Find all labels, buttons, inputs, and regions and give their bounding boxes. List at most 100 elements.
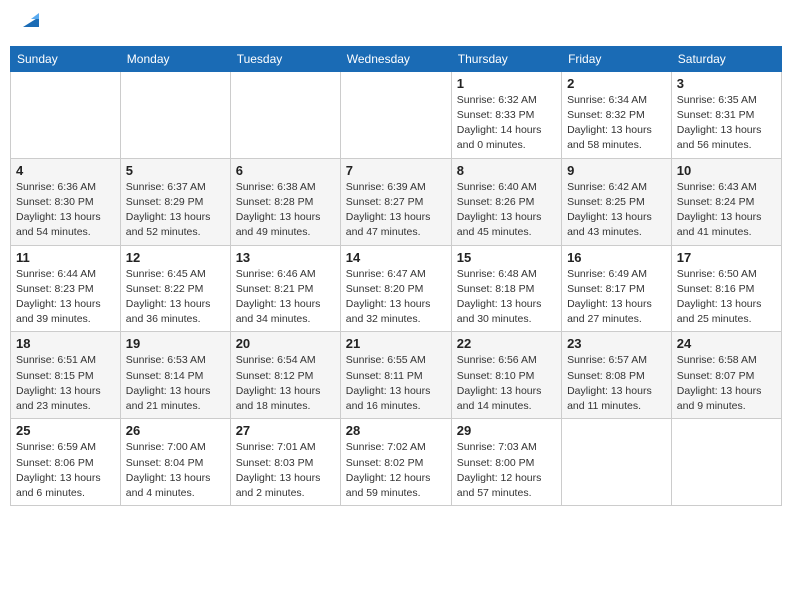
day-number: 16 bbox=[567, 250, 666, 265]
day-number: 19 bbox=[126, 336, 225, 351]
day-info: Sunrise: 6:51 AM Sunset: 8:15 PM Dayligh… bbox=[16, 353, 115, 414]
day-number: 13 bbox=[236, 250, 335, 265]
calendar-cell: 19 Sunrise: 6:53 AM Sunset: 8:14 PM Dayli… bbox=[120, 332, 230, 419]
day-info: Sunrise: 6:32 AM Sunset: 8:33 PM Dayligh… bbox=[457, 93, 556, 154]
day-number: 26 bbox=[126, 423, 225, 438]
calendar-header-row: SundayMondayTuesdayWednesdayThursdayFrid… bbox=[11, 46, 782, 71]
day-info: Sunrise: 6:37 AM Sunset: 8:29 PM Dayligh… bbox=[126, 180, 225, 241]
col-header-thursday: Thursday bbox=[451, 46, 561, 71]
day-info: Sunrise: 6:35 AM Sunset: 8:31 PM Dayligh… bbox=[677, 93, 776, 154]
day-info: Sunrise: 7:01 AM Sunset: 8:03 PM Dayligh… bbox=[236, 440, 335, 501]
day-info: Sunrise: 6:40 AM Sunset: 8:26 PM Dayligh… bbox=[457, 180, 556, 241]
calendar-cell bbox=[11, 71, 121, 158]
calendar-cell: 23Sunrise: 6:57 AM Sunset: 8:08 PM Dayli… bbox=[562, 332, 672, 419]
calendar-cell: 10Sunrise: 6:43 AM Sunset: 8:24 PM Dayli… bbox=[671, 158, 781, 245]
col-header-saturday: Saturday bbox=[671, 46, 781, 71]
day-number: 4 bbox=[16, 163, 115, 178]
calendar-cell: 28 Sunrise: 7:02 AM Sunset: 8:02 PM Dayli… bbox=[340, 419, 451, 506]
calendar-week-2: 4 Sunrise: 6:36 AM Sunset: 8:30 PM Daylig… bbox=[11, 158, 782, 245]
day-number: 1 bbox=[457, 76, 556, 91]
day-info: Sunrise: 6:53 AM Sunset: 8:14 PM Dayligh… bbox=[126, 353, 225, 414]
col-header-friday: Friday bbox=[562, 46, 672, 71]
day-number: 23 bbox=[567, 336, 666, 351]
page: SundayMondayTuesdayWednesdayThursdayFrid… bbox=[0, 0, 792, 612]
col-header-wednesday: Wednesday bbox=[340, 46, 451, 71]
day-number: 21 bbox=[346, 336, 446, 351]
day-number: 22 bbox=[457, 336, 556, 351]
day-number: 27 bbox=[236, 423, 335, 438]
calendar-cell: 25 Sunrise: 6:59 AM Sunset: 8:06 PM Dayli… bbox=[11, 419, 121, 506]
day-info: Sunrise: 6:49 AM Sunset: 8:17 PM Dayligh… bbox=[567, 267, 666, 328]
col-header-sunday: Sunday bbox=[11, 46, 121, 71]
day-number: 24 bbox=[677, 336, 776, 351]
calendar-cell: 3 Sunrise: 6:35 AM Sunset: 8:31 PM Daylig… bbox=[671, 71, 781, 158]
day-info: Sunrise: 6:43 AM Sunset: 8:24 PM Dayligh… bbox=[677, 180, 776, 241]
day-number: 14 bbox=[346, 250, 446, 265]
day-info: Sunrise: 7:00 AM Sunset: 8:04 PM Dayligh… bbox=[126, 440, 225, 501]
calendar-cell: 21 Sunrise: 6:55 AM Sunset: 8:11 PM Dayli… bbox=[340, 332, 451, 419]
logo-icon bbox=[19, 7, 43, 31]
calendar-cell: 14 Sunrise: 6:47 AM Sunset: 8:20 PM Dayli… bbox=[340, 245, 451, 332]
day-info: Sunrise: 6:54 AM Sunset: 8:12 PM Dayligh… bbox=[236, 353, 335, 414]
day-info: Sunrise: 6:58 AM Sunset: 8:07 PM Dayligh… bbox=[677, 353, 776, 414]
col-header-monday: Monday bbox=[120, 46, 230, 71]
calendar-cell: 8 Sunrise: 6:40 AM Sunset: 8:26 PM Daylig… bbox=[451, 158, 561, 245]
header bbox=[10, 10, 782, 38]
calendar-cell: 29Sunrise: 7:03 AM Sunset: 8:00 PM Dayli… bbox=[451, 419, 561, 506]
calendar-cell: 22 Sunrise: 6:56 AM Sunset: 8:10 PM Dayli… bbox=[451, 332, 561, 419]
calendar-cell: 24 Sunrise: 6:58 AM Sunset: 8:07 PM Dayli… bbox=[671, 332, 781, 419]
calendar-week-3: 11 Sunrise: 6:44 AM Sunset: 8:23 PM Dayli… bbox=[11, 245, 782, 332]
calendar-week-5: 25 Sunrise: 6:59 AM Sunset: 8:06 PM Dayli… bbox=[11, 419, 782, 506]
calendar-cell: 9 Sunrise: 6:42 AM Sunset: 8:25 PM Daylig… bbox=[562, 158, 672, 245]
day-info: Sunrise: 6:39 AM Sunset: 8:27 PM Dayligh… bbox=[346, 180, 446, 241]
day-number: 3 bbox=[677, 76, 776, 91]
day-info: Sunrise: 7:02 AM Sunset: 8:02 PM Dayligh… bbox=[346, 440, 446, 501]
day-number: 29 bbox=[457, 423, 556, 438]
day-number: 17 bbox=[677, 250, 776, 265]
day-number: 2 bbox=[567, 76, 666, 91]
calendar-cell: 17 Sunrise: 6:50 AM Sunset: 8:16 PM Dayli… bbox=[671, 245, 781, 332]
calendar-cell bbox=[562, 419, 672, 506]
day-info: Sunrise: 6:45 AM Sunset: 8:22 PM Dayligh… bbox=[126, 267, 225, 328]
logo bbox=[16, 14, 43, 34]
calendar-cell bbox=[120, 71, 230, 158]
calendar: SundayMondayTuesdayWednesdayThursdayFrid… bbox=[10, 46, 782, 506]
day-info: Sunrise: 6:42 AM Sunset: 8:25 PM Dayligh… bbox=[567, 180, 666, 241]
calendar-cell: 16 Sunrise: 6:49 AM Sunset: 8:17 PM Dayli… bbox=[562, 245, 672, 332]
day-info: Sunrise: 6:59 AM Sunset: 8:06 PM Dayligh… bbox=[16, 440, 115, 501]
calendar-week-1: 1 Sunrise: 6:32 AM Sunset: 8:33 PM Daylig… bbox=[11, 71, 782, 158]
day-info: Sunrise: 6:55 AM Sunset: 8:11 PM Dayligh… bbox=[346, 353, 446, 414]
calendar-cell: 27 Sunrise: 7:01 AM Sunset: 8:03 PM Dayli… bbox=[230, 419, 340, 506]
day-info: Sunrise: 6:36 AM Sunset: 8:30 PM Dayligh… bbox=[16, 180, 115, 241]
day-number: 15 bbox=[457, 250, 556, 265]
calendar-cell: 2Sunrise: 6:34 AM Sunset: 8:32 PM Daylig… bbox=[562, 71, 672, 158]
day-info: Sunrise: 6:38 AM Sunset: 8:28 PM Dayligh… bbox=[236, 180, 335, 241]
calendar-cell: 11 Sunrise: 6:44 AM Sunset: 8:23 PM Dayli… bbox=[11, 245, 121, 332]
calendar-week-4: 18Sunrise: 6:51 AM Sunset: 8:15 PM Dayli… bbox=[11, 332, 782, 419]
calendar-cell: 5Sunrise: 6:37 AM Sunset: 8:29 PM Daylig… bbox=[120, 158, 230, 245]
day-number: 28 bbox=[346, 423, 446, 438]
calendar-cell: 4 Sunrise: 6:36 AM Sunset: 8:30 PM Daylig… bbox=[11, 158, 121, 245]
day-number: 8 bbox=[457, 163, 556, 178]
calendar-cell: 20 Sunrise: 6:54 AM Sunset: 8:12 PM Dayli… bbox=[230, 332, 340, 419]
day-info: Sunrise: 6:56 AM Sunset: 8:10 PM Dayligh… bbox=[457, 353, 556, 414]
calendar-cell: 26 Sunrise: 7:00 AM Sunset: 8:04 PM Dayli… bbox=[120, 419, 230, 506]
calendar-cell: 18Sunrise: 6:51 AM Sunset: 8:15 PM Dayli… bbox=[11, 332, 121, 419]
col-header-tuesday: Tuesday bbox=[230, 46, 340, 71]
calendar-cell bbox=[340, 71, 451, 158]
day-info: Sunrise: 6:48 AM Sunset: 8:18 PM Dayligh… bbox=[457, 267, 556, 328]
day-number: 20 bbox=[236, 336, 335, 351]
day-info: Sunrise: 6:44 AM Sunset: 8:23 PM Dayligh… bbox=[16, 267, 115, 328]
day-number: 25 bbox=[16, 423, 115, 438]
day-info: Sunrise: 6:50 AM Sunset: 8:16 PM Dayligh… bbox=[677, 267, 776, 328]
calendar-cell bbox=[671, 419, 781, 506]
day-number: 11 bbox=[16, 250, 115, 265]
calendar-cell: 7Sunrise: 6:39 AM Sunset: 8:27 PM Daylig… bbox=[340, 158, 451, 245]
calendar-cell: 13Sunrise: 6:46 AM Sunset: 8:21 PM Dayli… bbox=[230, 245, 340, 332]
calendar-cell: 15 Sunrise: 6:48 AM Sunset: 8:18 PM Dayli… bbox=[451, 245, 561, 332]
day-info: Sunrise: 6:47 AM Sunset: 8:20 PM Dayligh… bbox=[346, 267, 446, 328]
calendar-cell: 12Sunrise: 6:45 AM Sunset: 8:22 PM Dayli… bbox=[120, 245, 230, 332]
day-number: 9 bbox=[567, 163, 666, 178]
calendar-cell: 6Sunrise: 6:38 AM Sunset: 8:28 PM Daylig… bbox=[230, 158, 340, 245]
calendar-cell: 1 Sunrise: 6:32 AM Sunset: 8:33 PM Daylig… bbox=[451, 71, 561, 158]
